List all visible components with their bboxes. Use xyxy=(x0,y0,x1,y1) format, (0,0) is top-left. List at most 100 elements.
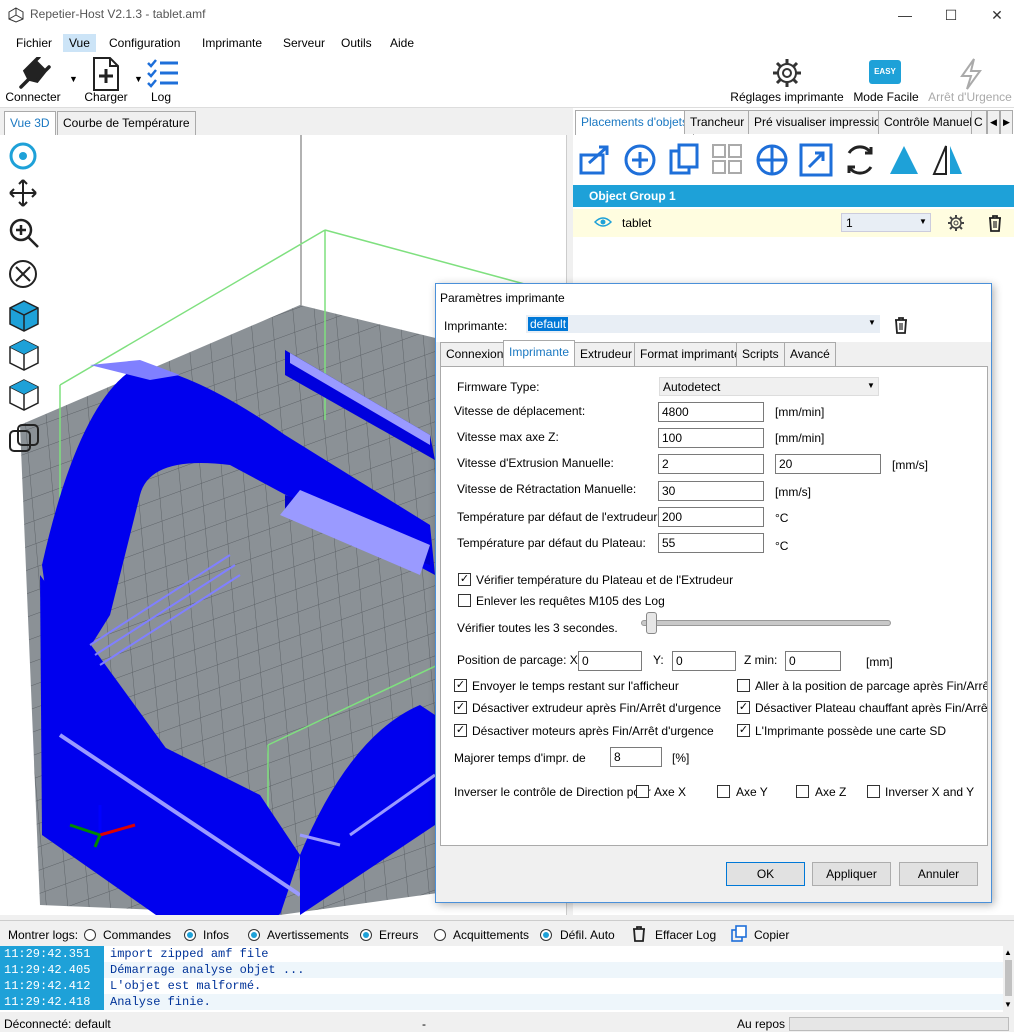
tab-connexion[interactable]: Connexion xyxy=(440,342,510,366)
object-settings-gear-icon[interactable] xyxy=(947,214,965,232)
object-count-select[interactable]: 1 ▼ xyxy=(841,213,931,232)
parallel-view-icon[interactable] xyxy=(8,423,40,455)
remove-m105-checkbox[interactable] xyxy=(458,594,471,607)
load-button[interactable]: Charger xyxy=(80,54,132,108)
park-y-input[interactable] xyxy=(672,651,736,671)
printer-settings-button[interactable]: Réglages imprimante xyxy=(728,54,846,108)
easy-mode-button[interactable]: EASY Mode Facile xyxy=(852,54,920,108)
invert-xy-checkbox[interactable] xyxy=(867,785,880,798)
extrusion-speed-input-1[interactable] xyxy=(658,454,764,474)
printer-select[interactable]: default ▼ xyxy=(526,315,880,333)
fit-view-icon[interactable] xyxy=(8,259,40,291)
menu-outils[interactable]: Outils xyxy=(335,34,378,52)
tab-scripts[interactable]: Scripts xyxy=(736,342,785,366)
scroll-up-icon[interactable]: ▲ xyxy=(1004,948,1012,957)
menu-aide[interactable]: Aide xyxy=(384,34,420,52)
minimize-button[interactable]: — xyxy=(882,0,928,30)
extruder-temp-input[interactable] xyxy=(658,507,764,527)
park-z-input[interactable] xyxy=(785,651,841,671)
invert-x-checkbox[interactable] xyxy=(636,785,649,798)
increase-time-input[interactable] xyxy=(610,747,662,767)
menu-configuration[interactable]: Configuration xyxy=(103,34,186,52)
send-time-checkbox[interactable]: ✓ xyxy=(454,679,467,692)
delete-object-trash-icon[interactable] xyxy=(987,214,1003,232)
eye-icon[interactable] xyxy=(594,216,612,228)
tab-slicer[interactable]: Trancheur xyxy=(684,110,751,134)
extrusion-speed-input-2[interactable] xyxy=(775,454,881,474)
infos-radio[interactable] xyxy=(184,929,196,941)
clear-log-trash-icon[interactable] xyxy=(632,925,646,942)
delete-printer-trash-icon[interactable] xyxy=(893,316,909,334)
scroll-down-icon[interactable]: ▼ xyxy=(1004,1000,1012,1009)
cancel-button[interactable]: Annuler xyxy=(899,862,978,886)
rotate-view-icon[interactable] xyxy=(8,141,40,171)
disable-bed-checkbox[interactable]: ✓ xyxy=(737,701,750,714)
export-icon[interactable] xyxy=(579,143,613,175)
tab-imprimante[interactable]: Imprimante xyxy=(503,340,576,366)
menu-fichier[interactable]: Fichier xyxy=(10,34,58,52)
commands-radio[interactable] xyxy=(84,929,96,941)
goto-park-checkbox[interactable] xyxy=(737,679,750,692)
tab-3d-view[interactable]: Vue 3D xyxy=(4,111,56,136)
zmax-speed-input[interactable] xyxy=(658,428,764,448)
clear-log-button[interactable]: Effacer Log xyxy=(655,928,716,942)
disable-motors-checkbox[interactable]: ✓ xyxy=(454,724,467,737)
disable-extruder-checkbox[interactable]: ✓ xyxy=(454,701,467,714)
tab-manual-control[interactable]: Contrôle Manuel xyxy=(878,110,979,134)
warnings-radio[interactable] xyxy=(248,929,260,941)
scale-object-icon[interactable] xyxy=(799,143,833,177)
cube-front-icon[interactable] xyxy=(8,299,40,333)
tab-avance[interactable]: Avancé xyxy=(784,342,836,366)
log-list[interactable]: 11:29:42.351 import zipped amf file 11:29… xyxy=(0,946,1003,1012)
object-row[interactable]: tablet 1 ▼ xyxy=(573,209,1014,237)
has-sd-checkbox[interactable]: ✓ xyxy=(737,724,750,737)
menu-vue[interactable]: Vue xyxy=(63,34,96,52)
scroll-thumb[interactable] xyxy=(1005,960,1012,996)
park-x-input[interactable] xyxy=(578,651,642,671)
cube-side-icon[interactable] xyxy=(8,378,40,412)
log-scrollbar[interactable]: ▲ ▼ xyxy=(1003,946,1014,1012)
tab-more[interactable]: C xyxy=(971,110,987,134)
copy-icon[interactable] xyxy=(731,925,747,942)
autoposition-icon[interactable] xyxy=(711,143,745,177)
tab-temperature-curve[interactable]: Courbe de Température xyxy=(57,111,196,135)
menu-serveur[interactable]: Serveur xyxy=(277,34,331,52)
emergency-stop-button[interactable]: Arrêt d'Urgence xyxy=(926,54,1014,108)
tab-preview[interactable]: Pré visualiser impression xyxy=(748,110,894,134)
connect-dropdown-icon[interactable]: ▼ xyxy=(69,74,78,84)
slider-thumb[interactable] xyxy=(646,612,657,634)
autoscroll-radio[interactable] xyxy=(540,929,552,941)
copy-object-icon[interactable] xyxy=(667,143,701,177)
zoom-icon[interactable] xyxy=(8,217,40,249)
maximize-button[interactable]: ☐ xyxy=(928,0,974,30)
apply-button[interactable]: Appliquer xyxy=(812,862,891,886)
firmware-select[interactable]: Autodetect ▼ xyxy=(659,377,879,396)
mirror-object-icon[interactable] xyxy=(931,143,965,177)
acks-radio[interactable] xyxy=(434,929,446,941)
load-dropdown-icon[interactable]: ▼ xyxy=(134,74,143,84)
object-group-row[interactable]: Object Group 1 xyxy=(573,185,1014,207)
travel-speed-input[interactable] xyxy=(658,402,764,422)
close-button[interactable]: ✕ xyxy=(974,0,1014,30)
connect-button[interactable]: Connecter xyxy=(0,54,66,108)
check-interval-slider[interactable] xyxy=(641,620,891,626)
invert-y-checkbox[interactable] xyxy=(717,785,730,798)
menu-imprimante[interactable]: Imprimante xyxy=(196,34,268,52)
invert-z-checkbox[interactable] xyxy=(796,785,809,798)
move-view-icon[interactable] xyxy=(8,178,40,208)
rotate-object-icon[interactable] xyxy=(843,143,877,177)
cube-top-icon[interactable] xyxy=(8,338,40,372)
copy-log-button[interactable]: Copier xyxy=(754,928,789,942)
errors-radio[interactable] xyxy=(360,929,372,941)
ok-button[interactable]: OK xyxy=(726,862,805,886)
tab-format-imprimante[interactable]: Format imprimante xyxy=(634,342,747,366)
retraction-speed-input[interactable] xyxy=(658,481,764,501)
bed-temp-input[interactable] xyxy=(658,533,764,553)
tab-object-placement[interactable]: Placements d'objets xyxy=(575,110,695,135)
tab-scroll-left-icon[interactable]: ◀ xyxy=(987,110,1000,134)
tab-extrudeur[interactable]: Extrudeur xyxy=(574,342,639,366)
log-button[interactable]: Log xyxy=(143,54,179,108)
cut-object-icon[interactable] xyxy=(887,143,921,177)
add-object-icon[interactable] xyxy=(623,143,657,177)
check-temp-checkbox[interactable]: ✓ xyxy=(458,573,471,586)
